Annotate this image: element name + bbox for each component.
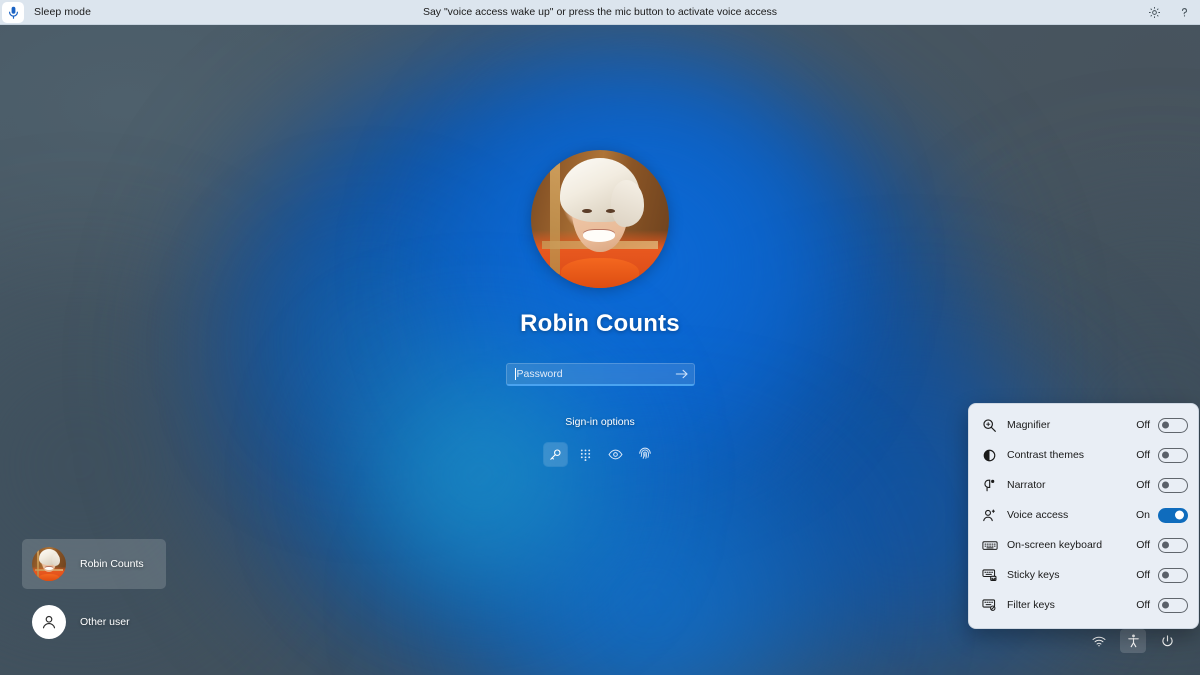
network-icon[interactable] [1086, 629, 1112, 653]
eye-icon [607, 448, 623, 461]
question-mark-icon[interactable] [1174, 2, 1194, 22]
accessibility-icon[interactable] [1120, 629, 1146, 653]
voice-access-bar-actions [1144, 2, 1194, 22]
accessibility-item-state: Off [1136, 449, 1150, 461]
accessibility-item-on-screen-keyboard[interactable]: On-screen keyboard Off [969, 530, 1198, 560]
gear-icon[interactable] [1144, 2, 1164, 22]
accessibility-item-narrator[interactable]: Narrator Off [969, 470, 1198, 500]
fingerprint-icon [638, 447, 652, 462]
password-input[interactable]: Password [505, 363, 695, 386]
accessibility-item-state: Off [1136, 569, 1150, 581]
voice-access-bar: Sleep mode Say "voice access wake up" or… [0, 0, 1200, 25]
accessibility-item-sticky-keys[interactable]: Sticky keys Off [969, 560, 1198, 590]
accessibility-item-magnifier[interactable]: Magnifier Off [969, 410, 1198, 440]
toggle-on-screen-keyboard[interactable] [1158, 537, 1188, 553]
contrast-icon [981, 447, 998, 464]
accessibility-item-state: Off [1136, 419, 1150, 431]
toggle-sticky-keys[interactable] [1158, 567, 1188, 583]
avatar [32, 547, 66, 581]
text-caret [514, 368, 516, 380]
accessibility-item-filter-keys[interactable]: Filter keys Off [969, 590, 1198, 620]
magnifier-icon [981, 417, 998, 434]
accessibility-flyout: Magnifier Off Contrast themes Off Narrat… [968, 403, 1199, 629]
toggle-contrast-themes[interactable] [1158, 447, 1188, 463]
accessibility-item-label: On-screen keyboard [1007, 539, 1103, 551]
accessibility-person-icon [1127, 634, 1140, 648]
pin-option[interactable] [574, 443, 597, 466]
fingerprint-option[interactable] [634, 443, 657, 466]
power-glyph-icon [1161, 634, 1174, 648]
voice-access-hint: Say "voice access wake up" or press the … [422, 6, 778, 18]
system-tray [1086, 629, 1180, 653]
submit-password-button[interactable] [671, 364, 693, 385]
filter-keys-icon [981, 597, 998, 614]
voice-access-mode-label: Sleep mode [34, 6, 92, 18]
toggle-filter-keys[interactable] [1158, 597, 1188, 613]
signin-options [542, 442, 657, 467]
narrator-icon [981, 477, 998, 494]
wifi-icon [1092, 636, 1106, 647]
accessibility-item-state: Off [1136, 479, 1150, 491]
avatar [531, 150, 669, 288]
accessibility-item-state: On [1135, 509, 1150, 521]
power-icon[interactable] [1154, 629, 1180, 653]
signin-options-label: Sign-in options [565, 416, 635, 428]
pin-keypad-icon [579, 448, 592, 461]
user-name-label: Robin Counts [80, 558, 144, 570]
user-photo [32, 547, 66, 581]
toggle-magnifier[interactable] [1158, 417, 1188, 433]
page-title: Robin Counts [520, 310, 680, 337]
list-item[interactable]: Other user [22, 597, 166, 647]
lock-screen: Sleep mode Say "voice access wake up" or… [0, 0, 1200, 675]
microphone-icon[interactable] [2, 1, 24, 23]
accessibility-item-label: Sticky keys [1007, 569, 1060, 581]
accessibility-item-label: Filter keys [1007, 599, 1055, 611]
password-key-option[interactable] [542, 442, 568, 467]
sticky-keys-icon [981, 567, 998, 584]
generic-person-icon [32, 605, 66, 639]
user-photo [531, 150, 669, 288]
security-key-option[interactable] [604, 443, 627, 466]
user-list: Robin Counts Other user [22, 539, 166, 647]
on-screen-keyboard-icon [981, 537, 998, 554]
toggle-narrator[interactable] [1158, 477, 1188, 493]
accessibility-item-state: Off [1136, 539, 1150, 551]
accessibility-item-label: Magnifier [1007, 419, 1051, 431]
accessibility-item-contrast-themes[interactable]: Contrast themes Off [969, 440, 1198, 470]
password-placeholder: Password [516, 367, 563, 380]
accessibility-item-label: Contrast themes [1007, 449, 1085, 461]
voice-access-icon [981, 507, 998, 524]
list-item[interactable]: Robin Counts [22, 539, 166, 589]
user-name-label: Other user [80, 616, 130, 628]
accessibility-item-label: Narrator [1007, 479, 1046, 491]
accessibility-item-voice-access[interactable]: Voice access On [969, 500, 1198, 530]
accessibility-item-state: Off [1136, 599, 1150, 611]
key-icon [548, 448, 562, 462]
toggle-voice-access[interactable] [1158, 507, 1188, 523]
accessibility-item-label: Voice access [1007, 509, 1069, 521]
